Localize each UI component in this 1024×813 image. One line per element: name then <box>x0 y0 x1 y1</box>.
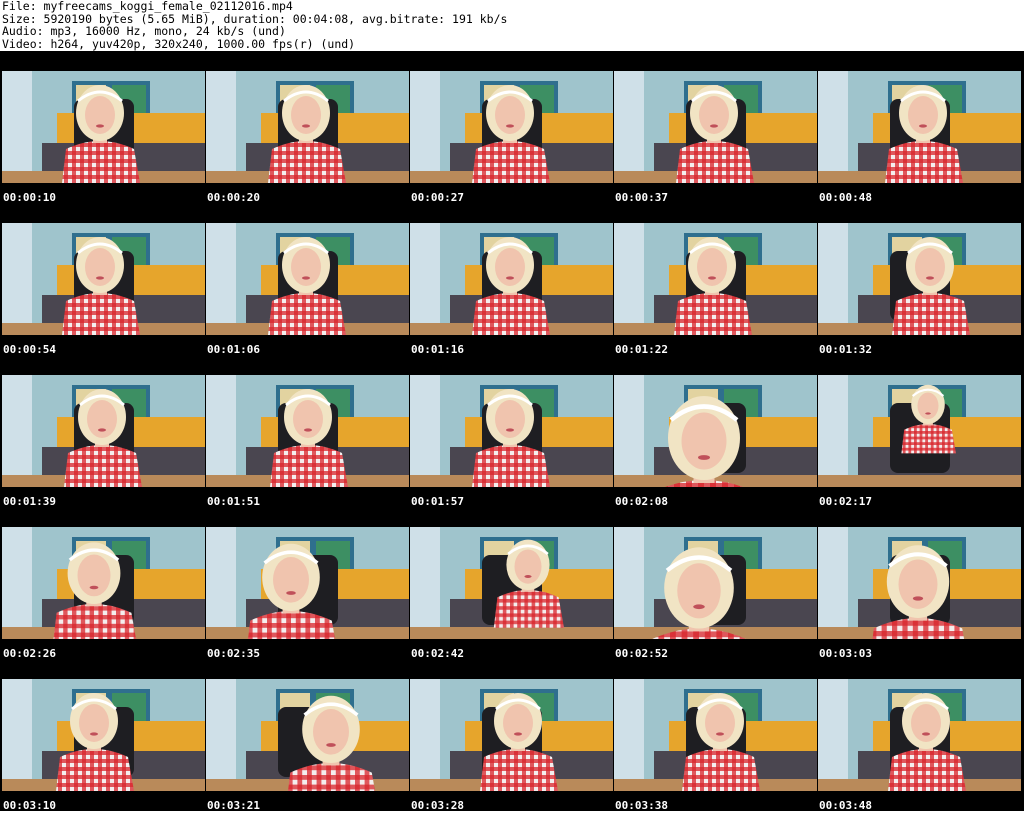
video-frame-thumbnail <box>2 71 205 183</box>
thumbnail-timestamp: 00:01:57 <box>411 495 464 508</box>
thumbnail-timestamp: 00:01:51 <box>207 495 260 508</box>
video-frame-thumbnail <box>2 223 205 335</box>
video-frame-thumbnail <box>206 527 409 639</box>
thumbnail-timestamp: 00:02:17 <box>819 495 872 508</box>
video-frame-thumbnail <box>410 375 613 487</box>
video-frame-thumbnail <box>614 223 817 335</box>
video-frame-thumbnail <box>818 71 1021 183</box>
video-frame-thumbnail <box>818 223 1021 335</box>
video-frame-thumbnail <box>818 527 1021 639</box>
video-frame-thumbnail <box>410 679 613 791</box>
thumbnail-timestamp: 00:02:08 <box>615 495 668 508</box>
video-frame-thumbnail <box>2 375 205 487</box>
thumbnail-timestamp: 00:01:39 <box>3 495 56 508</box>
video-frame-thumbnail <box>2 679 205 791</box>
thumbnail-timestamp: 00:02:35 <box>207 647 260 660</box>
video-frame-thumbnail <box>410 223 613 335</box>
video-frame-thumbnail <box>614 71 817 183</box>
thumbnail-timestamp: 00:01:06 <box>207 343 260 356</box>
video-frame-thumbnail <box>614 679 817 791</box>
thumbnail-timestamp: 00:00:27 <box>411 191 464 204</box>
audio-line: Audio: mp3, 16000 Hz, mono, 24 kb/s (und… <box>2 24 286 38</box>
thumbnail-timestamp: 00:00:10 <box>3 191 56 204</box>
video-line: Video: h264, yuv420p, 320x240, 1000.00 f… <box>2 36 356 51</box>
video-frame-thumbnail <box>206 71 409 183</box>
thumbnail-timestamp: 00:01:16 <box>411 343 464 356</box>
video-frame-thumbnail <box>206 375 409 487</box>
thumbnail-timestamp: 00:02:52 <box>615 647 668 660</box>
thumbnail-timestamp: 00:00:48 <box>819 191 872 204</box>
file-line: File: myfreecams_koggi_female_02112016.m… <box>2 0 293 13</box>
video-frame-thumbnail <box>818 375 1021 487</box>
thumbnail-timestamp: 00:02:42 <box>411 647 464 660</box>
video-frame-thumbnail <box>206 679 409 791</box>
thumbnail-timestamp: 00:00:54 <box>3 343 56 356</box>
video-frame-thumbnail <box>410 527 613 639</box>
video-frame-thumbnail <box>614 527 817 639</box>
video-frame-thumbnail <box>2 527 205 639</box>
video-frame-thumbnail <box>206 223 409 335</box>
thumbnail-timestamp: 00:00:37 <box>615 191 668 204</box>
video-frame-thumbnail <box>614 375 817 487</box>
thumbnail-timestamp: 00:01:32 <box>819 343 872 356</box>
file-info-header: File: myfreecams_koggi_female_02112016.m… <box>2 0 1022 50</box>
thumbnail-timestamp: 00:02:26 <box>3 647 56 660</box>
thumbnail-timestamp: 00:03:03 <box>819 647 872 660</box>
thumbnail-timestamp: 00:01:22 <box>615 343 668 356</box>
thumbnail-sheet: 00:00:10 00:00:20 00:00:27 00:00:37 00:00:48… <box>0 51 1024 812</box>
thumbnail-timestamp: 00:00:20 <box>207 191 260 204</box>
video-frame-thumbnail <box>410 71 613 183</box>
video-frame-thumbnail <box>818 679 1021 791</box>
